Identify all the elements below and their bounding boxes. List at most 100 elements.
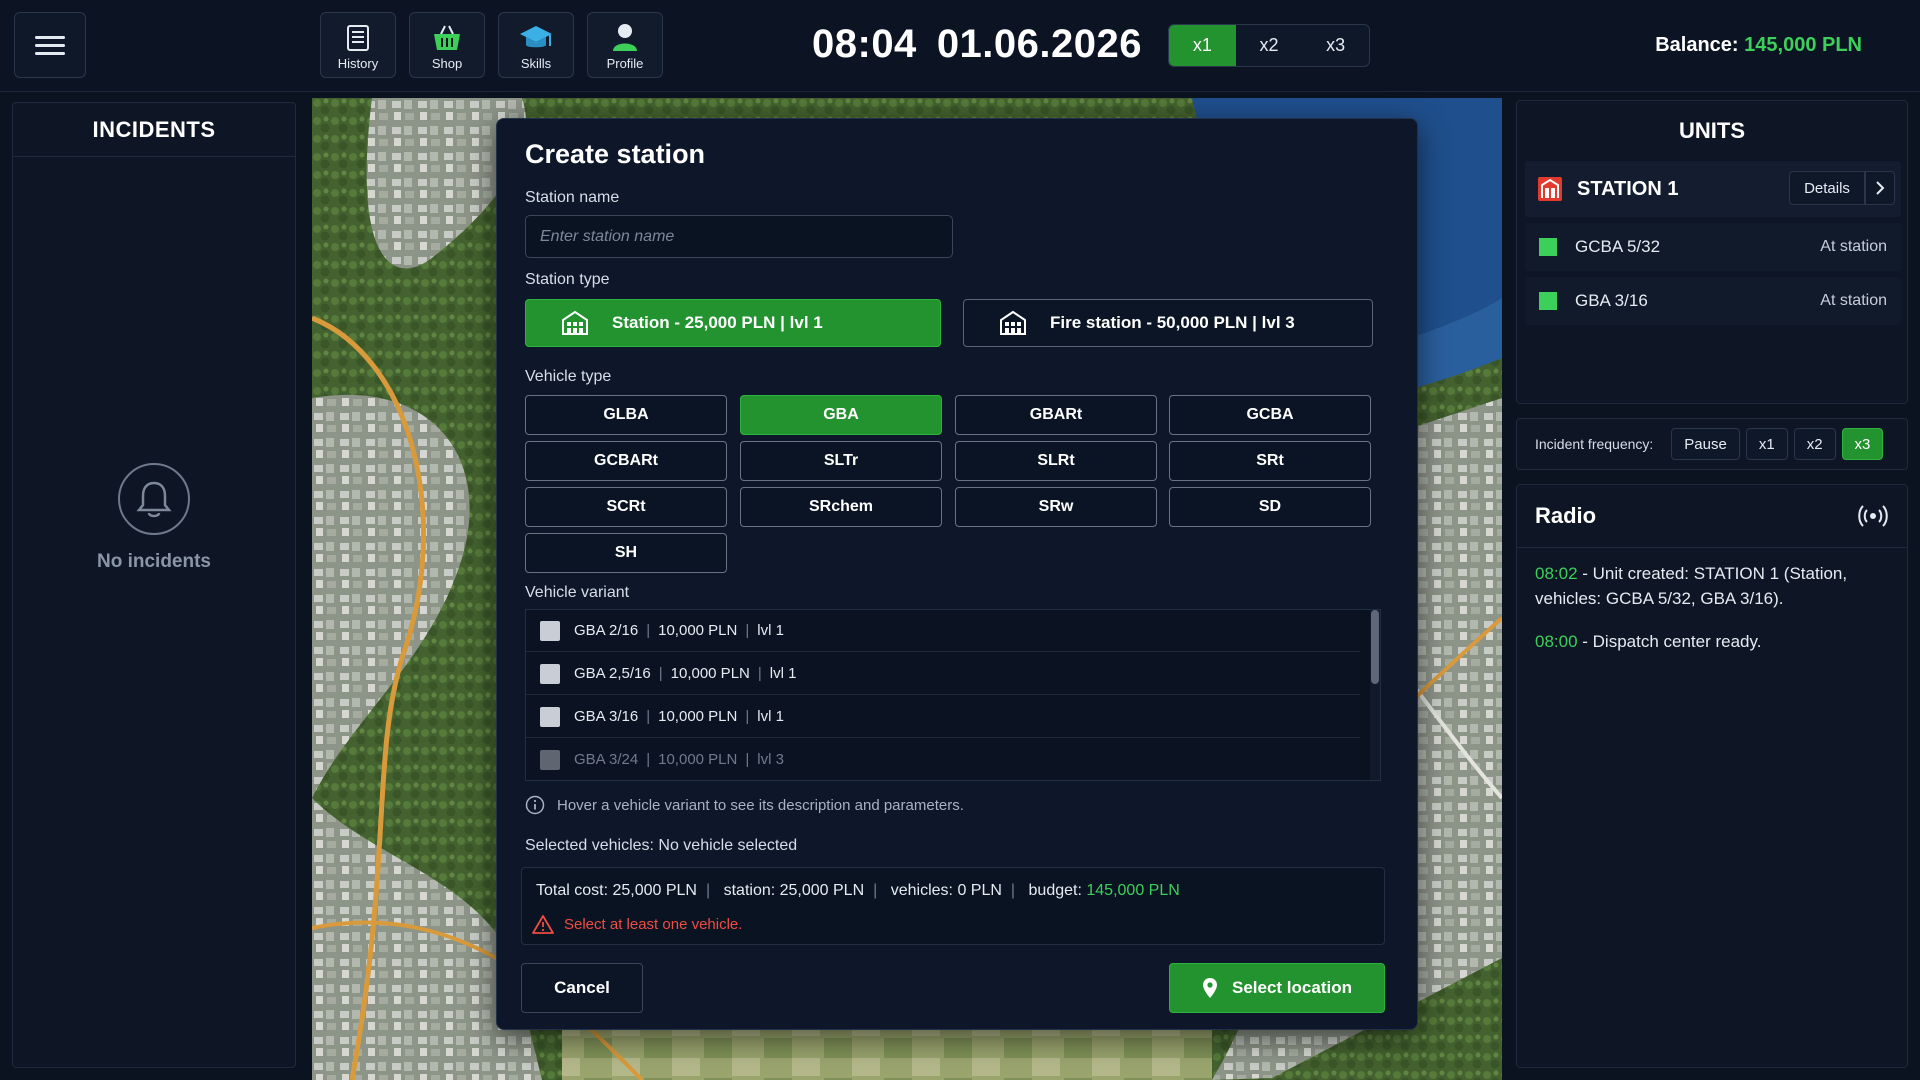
- vehicle-variant-row[interactable]: GBA 3/24 | 10,000 PLN | lvl 3: [526, 739, 1360, 780]
- vehicle-name: GBA 3/16: [1575, 291, 1648, 310]
- vehicle-type-scrt-button[interactable]: SCRt: [525, 487, 727, 527]
- vehicle-type-srt-button[interactable]: SRt: [1169, 441, 1371, 481]
- vehicle-status-indicator: [1539, 238, 1557, 256]
- vehicle-type-sd-button[interactable]: SD: [1169, 487, 1371, 527]
- no-incidents-text: No incidents: [96, 551, 211, 572]
- frequency-x3-button[interactable]: x3: [1841, 428, 1884, 460]
- game-speed-selector: x1 x2 x3: [1168, 24, 1370, 67]
- speed-x3-button[interactable]: x3: [1302, 25, 1369, 66]
- frequency-x1-button[interactable]: x1: [1745, 428, 1788, 460]
- variant-hint: Hover a vehicle variant to see its descr…: [525, 795, 964, 815]
- vehicles-cost: vehicles: 0 PLN: [890, 882, 1002, 899]
- vehicle-status: At station: [1820, 292, 1887, 309]
- variant-price: 10,000 PLN: [670, 665, 750, 682]
- message-text: - Dispatch center ready.: [1577, 632, 1762, 651]
- variant-name: GBA 3/16: [574, 708, 639, 725]
- station-type-label: Station type: [525, 271, 610, 288]
- vehicle-variant-row[interactable]: GBA 2,5/16 | 10,000 PLN | lvl 1: [526, 653, 1360, 695]
- clock-date: 01.06.2026: [936, 22, 1143, 66]
- variant-name: GBA 2/16: [574, 622, 639, 639]
- variant-checkbox[interactable]: [540, 620, 560, 641]
- hamburger-menu-button[interactable]: [14, 12, 86, 78]
- history-label: History: [337, 56, 379, 71]
- station-details-button[interactable]: Details: [1789, 171, 1865, 205]
- vehicle-type-sh-button[interactable]: SH: [525, 533, 727, 573]
- vehicle-variant-row[interactable]: GBA 2/16 | 10,000 PLN | lvl 1: [526, 610, 1360, 652]
- warning-text: Select at least one vehicle.: [564, 915, 743, 933]
- selected-vehicles-text: Selected vehicles: No vehicle selected: [525, 837, 798, 854]
- variant-name: GBA 3/24: [574, 751, 639, 768]
- top-bar: History Shop Skills Profile 08:04 01.06.2…: [0, 0, 1920, 92]
- vehicle-unit-row[interactable]: GCBA 5/32 At station: [1525, 223, 1901, 271]
- chevron-right-icon: [1876, 181, 1885, 195]
- cost-line: Total cost: 25,000 PLN | station: 25,000 …: [536, 882, 1180, 899]
- basket-icon: [434, 25, 460, 50]
- speed-x1-button[interactable]: x1: [1169, 25, 1236, 66]
- cancel-button[interactable]: Cancel: [521, 963, 643, 1013]
- incident-frequency-bar: Incident frequency: Pause x1 x2 x3: [1516, 418, 1908, 470]
- frequency-pause-button[interactable]: Pause: [1671, 428, 1740, 460]
- validation-warning: Select at least one vehicle.: [532, 914, 742, 934]
- variant-checkbox[interactable]: [540, 706, 560, 727]
- units-title: UNITS: [1679, 118, 1745, 143]
- incidents-panel: INCIDENTS No incidents: [12, 102, 296, 1068]
- profile-label: Profile: [606, 56, 644, 71]
- total-cost: Total cost: 25,000 PLN: [536, 882, 697, 899]
- vehicle-variant-row[interactable]: GBA 3/16 | 10,000 PLN | lvl 1: [526, 696, 1360, 738]
- variant-checkbox[interactable]: [540, 663, 560, 684]
- variant-price: 10,000 PLN: [658, 751, 738, 768]
- station-type-basic-label: Station - 25,000 PLN | lvl 1: [612, 313, 823, 332]
- station-name-input[interactable]: [525, 215, 953, 258]
- radio-message: 08:02 - Unit created: STATION 1 (Station…: [1535, 561, 1895, 611]
- variant-checkbox[interactable]: [540, 749, 560, 770]
- variant-price: 10,000 PLN: [658, 708, 738, 725]
- station-unit-row[interactable]: STATION 1 Details: [1525, 161, 1901, 217]
- incidents-title: INCIDENTS: [13, 103, 295, 157]
- variant-price: 10,000 PLN: [658, 622, 738, 639]
- hamburger-icon: [35, 31, 65, 60]
- vehicle-variant-list: GBA 2/16 | 10,000 PLN | lvl 1 GBA 2,5/16 | …: [525, 609, 1381, 781]
- game-clock: 08:04 01.06.2026: [812, 22, 1162, 72]
- incident-frequency-label: Incident frequency:: [1535, 436, 1654, 452]
- profile-button[interactable]: Profile: [587, 12, 663, 78]
- vehicle-type-gbart-button[interactable]: GBARt: [955, 395, 1157, 435]
- info-icon: [525, 795, 545, 815]
- vehicle-type-srw-button[interactable]: SRw: [955, 487, 1157, 527]
- skills-button[interactable]: Skills: [498, 12, 574, 78]
- fire-station-icon: [1538, 177, 1562, 201]
- variant-level: lvl 1: [757, 708, 784, 725]
- vehicle-type-gba-button[interactable]: GBA: [740, 395, 942, 435]
- station-type-basic-button[interactable]: Station - 25,000 PLN | lvl 1: [525, 299, 941, 347]
- select-location-label: Select location: [1232, 978, 1352, 997]
- shop-button[interactable]: Shop: [409, 12, 485, 78]
- station-expand-button[interactable]: [1865, 171, 1895, 205]
- vehicle-type-slrt-button[interactable]: SLRt: [955, 441, 1157, 481]
- radio-divider: [1517, 547, 1907, 548]
- vehicle-type-sltr-button[interactable]: SLTr: [740, 441, 942, 481]
- station-type-fire-station-button[interactable]: Fire station - 50,000 PLN | lvl 3: [963, 299, 1373, 347]
- cost-summary: Total cost: 25,000 PLN | station: 25,000 …: [521, 867, 1385, 945]
- vehicle-status: At station: [1820, 238, 1887, 255]
- broadcast-icon[interactable]: [1857, 503, 1889, 529]
- skills-label: Skills: [520, 56, 552, 71]
- vehicle-type-gcbart-button[interactable]: GCBARt: [525, 441, 727, 481]
- station-name-label: Station name: [525, 189, 620, 206]
- scroll-thumb[interactable]: [1371, 610, 1379, 684]
- balance-value: 145,000 PLN: [1744, 34, 1862, 56]
- frequency-x2-button[interactable]: x2: [1793, 428, 1836, 460]
- variant-list-scrollbar[interactable]: [1370, 610, 1380, 780]
- variant-level: lvl 1: [769, 665, 797, 682]
- dialog-title: Create station: [525, 139, 706, 169]
- vehicle-type-srchem-button[interactable]: SRchem: [740, 487, 942, 527]
- clock-time: 08:04: [812, 22, 917, 66]
- speed-x2-button[interactable]: x2: [1236, 25, 1303, 66]
- select-location-button[interactable]: Select location: [1169, 963, 1385, 1013]
- history-button[interactable]: History: [320, 12, 396, 78]
- vehicle-unit-row[interactable]: GBA 3/16 At station: [1525, 277, 1901, 325]
- radio-panel: Radio 08:02 - Unit created: STATION 1 (S…: [1516, 484, 1908, 1068]
- graduation-cap-icon: [520, 26, 552, 48]
- vehicle-type-gcba-button[interactable]: GCBA: [1169, 395, 1371, 435]
- vehicle-type-glba-button[interactable]: GLBA: [525, 395, 727, 435]
- vehicle-name: GCBA 5/32: [1575, 237, 1661, 256]
- building-icon: [1000, 310, 1026, 335]
